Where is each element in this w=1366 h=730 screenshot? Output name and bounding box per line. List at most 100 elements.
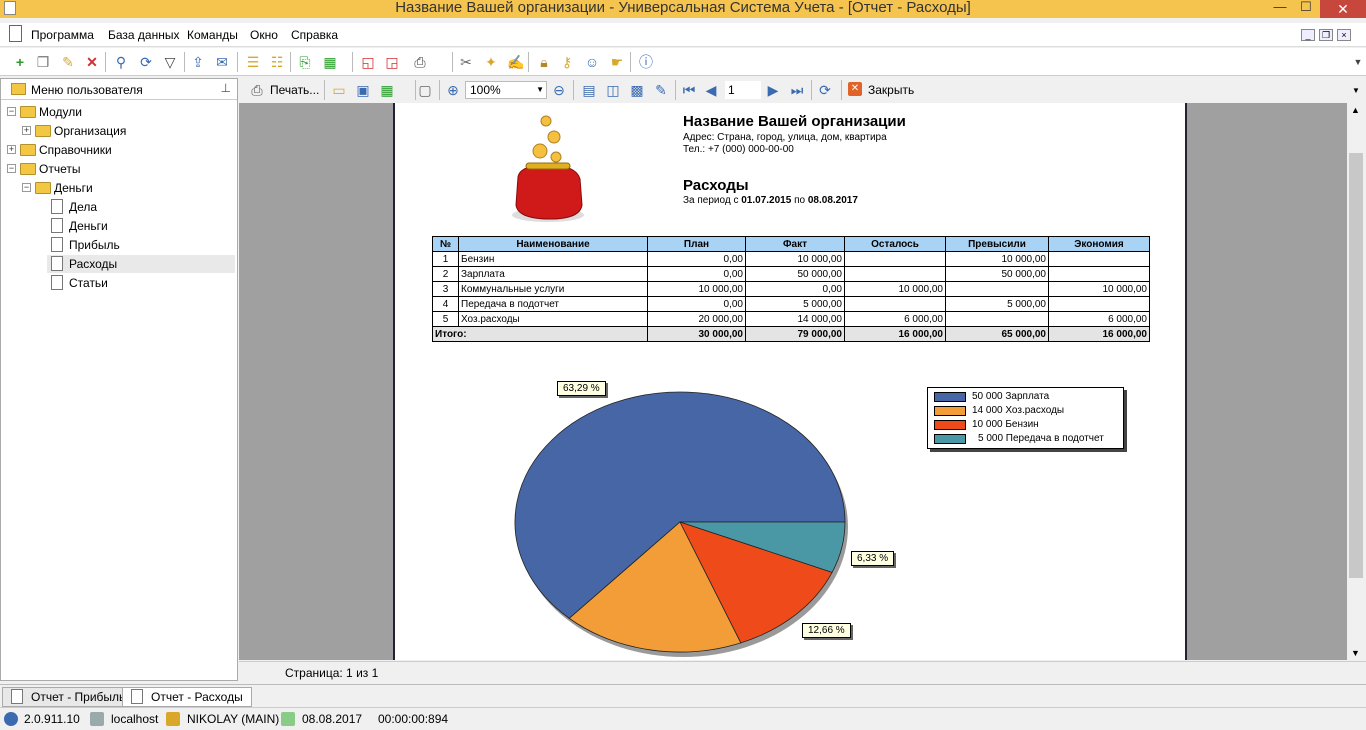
window-close-icon[interactable]: ◲ bbox=[384, 54, 400, 70]
tree-icon[interactable]: ☰ bbox=[245, 54, 261, 70]
users-icon[interactable]: ☺ bbox=[584, 54, 600, 70]
tree-item-directories[interactable]: + Справочники bbox=[1, 141, 237, 159]
lock-icon[interactable]: 🔒︎ bbox=[536, 54, 552, 70]
menu-commands[interactable]: Команды bbox=[187, 28, 238, 42]
tree-item-money[interactable]: Деньги bbox=[1, 217, 237, 235]
notes-icon[interactable]: ✍ bbox=[507, 54, 524, 70]
cell: 30 000,00 bbox=[647, 326, 746, 342]
window-new-icon[interactable]: ◱ bbox=[360, 54, 376, 70]
cell: 0,00 bbox=[647, 266, 746, 282]
expand-icon[interactable]: + bbox=[7, 145, 16, 154]
hand-icon[interactable]: ☛ bbox=[609, 54, 625, 70]
collapse-icon[interactable]: − bbox=[22, 183, 31, 192]
import-icon[interactable]: ⇪ bbox=[190, 54, 206, 70]
column-header: Осталось bbox=[844, 236, 946, 252]
scroll-down-icon[interactable]: ▼ bbox=[1351, 648, 1360, 658]
tab-expenses-report[interactable]: Отчет - Расходы bbox=[122, 687, 252, 707]
period-mid: по bbox=[794, 195, 806, 206]
minimize-button[interactable]: — bbox=[1272, 0, 1288, 16]
info-icon[interactable]: ⓘ bbox=[638, 54, 654, 70]
excel-icon[interactable]: ▦ bbox=[322, 54, 338, 70]
print-icon[interactable]: ⎙ bbox=[249, 82, 265, 98]
pin-icon[interactable]: ⊥ bbox=[221, 81, 231, 95]
status-bar: 2.0.911.10 localhost NIKOLAY (MAIN) 08.0… bbox=[0, 707, 1366, 730]
mdi-close-icon[interactable]: × bbox=[1337, 29, 1351, 41]
menu-window[interactable]: Окно bbox=[250, 28, 278, 42]
comment-icon[interactable]: ✉ bbox=[214, 54, 230, 70]
edit-icon[interactable]: ✎ bbox=[60, 54, 76, 70]
menu-help[interactable]: Справка bbox=[291, 28, 338, 42]
refresh-icon[interactable]: ⟳ bbox=[817, 82, 833, 98]
tree-item-expenses[interactable]: Расходы bbox=[47, 255, 235, 273]
last-page-icon[interactable]: ⏭ bbox=[789, 82, 805, 98]
page-number-input[interactable]: 1 bbox=[725, 81, 761, 99]
prev-page-icon[interactable]: ◀ bbox=[703, 82, 719, 98]
tree-item-organization[interactable]: + Организация bbox=[1, 122, 237, 140]
mdi-restore-icon[interactable]: ❐ bbox=[1319, 29, 1333, 41]
cell: 16 000,00 bbox=[1048, 326, 1150, 342]
close-report-button[interactable]: Закрыть bbox=[868, 83, 914, 97]
delete-icon[interactable]: ✕ bbox=[84, 54, 100, 70]
collapse-icon[interactable]: − bbox=[7, 107, 16, 116]
legend-label: 5 000 Передача в подотчет bbox=[978, 433, 1104, 444]
zoom-out-icon[interactable]: ⊖ bbox=[551, 82, 567, 98]
column-header: Наименование bbox=[458, 236, 648, 252]
chevron-down-icon[interactable]: ▼ bbox=[1352, 86, 1360, 95]
cell bbox=[844, 266, 946, 282]
cell bbox=[945, 281, 1049, 297]
user-menu-panel: Меню пользователя ⊥ − Модули + Организац… bbox=[0, 78, 238, 681]
table-total-row: Итого: 30 000,00 79 000,00 16 000,00 65 … bbox=[432, 326, 1150, 342]
filter-icon[interactable]: ▽ bbox=[162, 54, 178, 70]
scroll-up-icon[interactable]: ▲ bbox=[1351, 105, 1360, 115]
two-pages-icon[interactable]: ◫ bbox=[605, 82, 621, 98]
next-page-icon[interactable]: ▶ bbox=[765, 82, 781, 98]
maximize-button[interactable]: ☐ bbox=[1298, 0, 1314, 16]
close-window-button[interactable]: ✕ bbox=[1320, 0, 1366, 18]
search-icon[interactable]: ⚲ bbox=[113, 54, 129, 70]
preview-icon[interactable]: ▢ bbox=[417, 82, 433, 98]
tools-icon[interactable]: ✂ bbox=[458, 54, 474, 70]
scrollbar-thumb[interactable] bbox=[1349, 153, 1363, 578]
table-header: № Наименование План Факт Осталось Превыс… bbox=[432, 236, 1150, 252]
tree-item-modules[interactable]: − Модули bbox=[1, 103, 237, 121]
list-icon[interactable]: ☷ bbox=[269, 54, 285, 70]
tree-item-deals[interactable]: Дела bbox=[1, 198, 237, 216]
cell: 0,00 bbox=[745, 281, 845, 297]
open-icon[interactable]: ▭ bbox=[331, 82, 347, 98]
zoom-select[interactable]: 100% ▼ bbox=[465, 81, 547, 99]
document-icon bbox=[51, 237, 63, 252]
vertical-scrollbar[interactable]: ▲ ▼ bbox=[1347, 103, 1366, 660]
info-icon bbox=[4, 712, 18, 726]
collapse-icon[interactable]: − bbox=[7, 164, 16, 173]
document-icon bbox=[9, 25, 22, 42]
tab-profit-report[interactable]: Отчет - Прибыль bbox=[2, 687, 135, 707]
mdi-minimize-icon[interactable]: _ bbox=[1301, 29, 1315, 41]
expand-icon[interactable]: + bbox=[22, 126, 31, 135]
add-icon[interactable]: + bbox=[12, 54, 28, 70]
copy-icon[interactable]: ❐ bbox=[35, 54, 51, 70]
tree-item-money-folder[interactable]: − Деньги bbox=[1, 179, 237, 197]
refresh-icon[interactable]: ⟳ bbox=[138, 54, 154, 70]
chevron-down-icon[interactable]: ▼ bbox=[1350, 54, 1366, 70]
print-button[interactable]: Печать... bbox=[270, 83, 319, 97]
menu-database[interactable]: База данных bbox=[108, 28, 179, 42]
column-header: Факт bbox=[745, 236, 845, 252]
tree-item-articles[interactable]: Статьи bbox=[1, 274, 237, 292]
key-icon[interactable]: ⚷ bbox=[559, 54, 575, 70]
print-icon[interactable]: ⎙ bbox=[412, 54, 428, 70]
cell bbox=[1048, 296, 1150, 312]
tree-item-label: Дела bbox=[69, 200, 98, 214]
save-icon[interactable]: ▣ bbox=[355, 82, 371, 98]
zoom-in-icon[interactable]: ⊕ bbox=[445, 82, 461, 98]
page-settings-icon[interactable]: ✎ bbox=[653, 82, 669, 98]
multi-page-icon[interactable]: ▩ bbox=[629, 82, 645, 98]
tree-item-reports[interactable]: − Отчеты bbox=[1, 160, 237, 178]
tree-item-profit[interactable]: Прибыль bbox=[1, 236, 237, 254]
menu-program[interactable]: Программа bbox=[31, 28, 94, 42]
page-icon[interactable]: ▤ bbox=[581, 82, 597, 98]
settings-icon[interactable]: ✦ bbox=[483, 54, 499, 70]
export-icon[interactable]: ⎘ bbox=[297, 54, 313, 70]
zoom-value: 100% bbox=[470, 83, 501, 97]
first-page-icon[interactable]: ⏮ bbox=[681, 82, 697, 98]
export-icon[interactable]: ▦ bbox=[379, 82, 395, 98]
